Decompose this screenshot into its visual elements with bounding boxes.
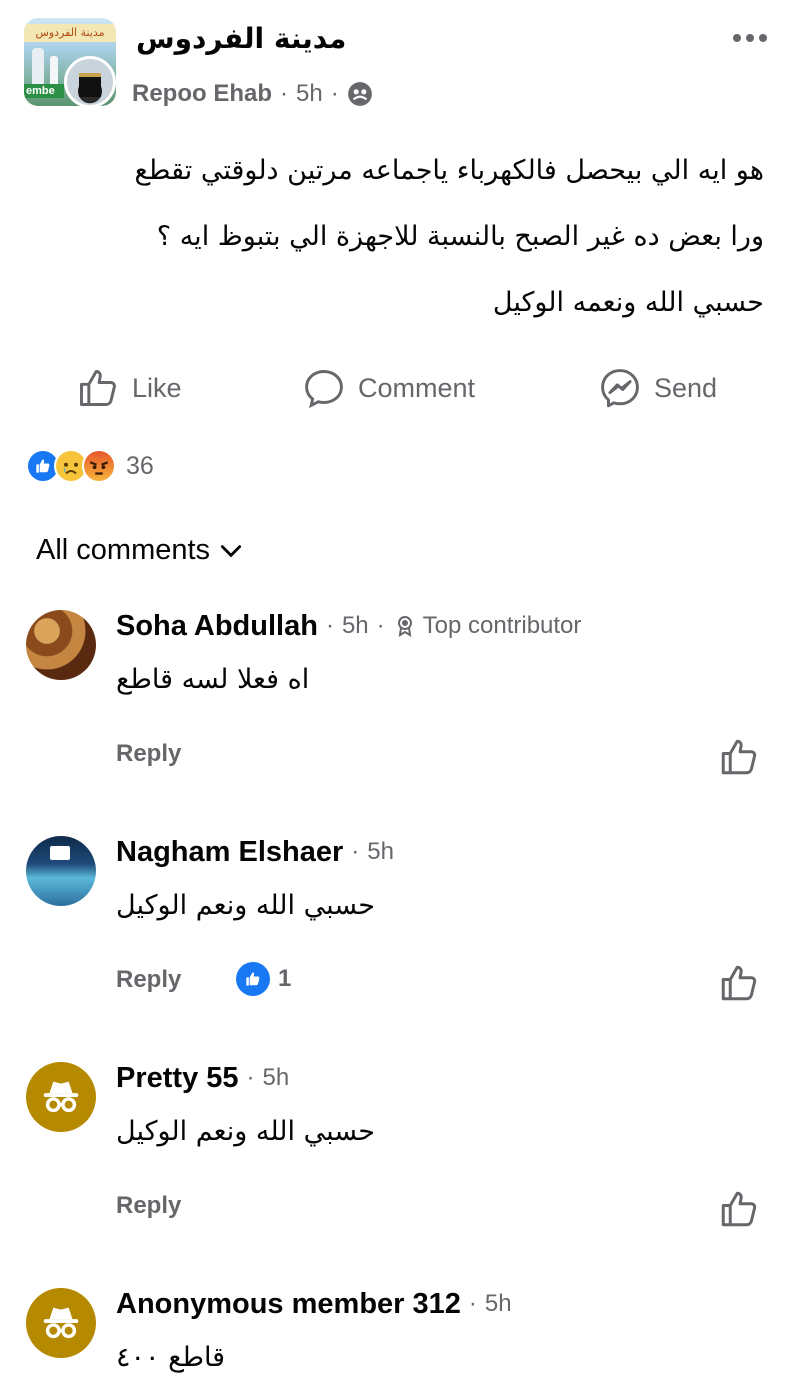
send-button[interactable]: Send xyxy=(598,358,717,418)
post-actions: Like Comment Send xyxy=(0,358,792,418)
comment-separator: · xyxy=(325,612,334,639)
group-members-icon[interactable] xyxy=(347,81,373,107)
send-label: Send xyxy=(654,372,718,403)
author-name[interactable]: Repoo Ehab xyxy=(132,80,272,108)
group-name[interactable]: مدينة الفردوس xyxy=(136,22,346,55)
comments-filter-dropdown[interactable]: All comments xyxy=(36,534,244,567)
like-label: Like xyxy=(132,372,182,403)
badge-icon xyxy=(397,616,412,637)
anonymous-avatar[interactable] xyxy=(26,1062,96,1132)
group-avatar-banner: مدينة الفردوس xyxy=(24,24,116,42)
more-dot xyxy=(746,34,754,42)
comment-header: Pretty 55 · 5h xyxy=(116,1058,289,1098)
commenter-name[interactable]: Soha Abdullah xyxy=(116,610,318,643)
post-body-line: هو ايه الي بيحصل فالكهرباء ياجماعه مرتين… xyxy=(134,155,764,186)
thumbs-up-icon xyxy=(80,370,116,406)
comment-separator: · xyxy=(246,1064,255,1091)
reply-button[interactable]: Reply xyxy=(116,740,181,768)
comment-like-count: 1 xyxy=(278,965,292,992)
meta-separator: · xyxy=(330,80,339,107)
more-dot xyxy=(733,34,741,42)
comment-time[interactable]: 5h xyxy=(342,612,369,640)
comment-time[interactable]: 5h xyxy=(485,1290,512,1318)
author-avatar[interactable] xyxy=(64,56,116,108)
comment-item: Soha Abdullah · 5h · Top contributor اه … xyxy=(0,606,792,832)
commenter-avatar[interactable] xyxy=(26,836,96,906)
comment-time[interactable]: 5h xyxy=(263,1064,290,1092)
comment-separator: · xyxy=(376,612,385,639)
commenter-avatar[interactable] xyxy=(26,610,96,680)
comment-item: Nagham Elshaer · 5h حسبي الله ونعم الوكي… xyxy=(0,832,792,1058)
comment-reaction-count[interactable]: 1 xyxy=(236,962,291,996)
comment-header: Soha Abdullah · 5h · Top contributor xyxy=(116,606,581,646)
comment-text: حسبي الله ونعم الوكيل xyxy=(116,890,375,921)
top-contributor-badge[interactable]: Top contributor xyxy=(393,612,582,640)
comment-text: قاطع ٤٠٠ xyxy=(116,1342,226,1373)
post-body-line: حسبي الله ونعمه الوكيل xyxy=(492,287,764,318)
comment-separator: · xyxy=(351,838,360,865)
kaaba-image xyxy=(79,73,101,97)
comment-time[interactable]: 5h xyxy=(367,838,394,866)
commenter-name[interactable]: Anonymous member 312 xyxy=(116,1288,461,1321)
comment-like-icon[interactable] xyxy=(718,736,760,778)
angry-face-icon xyxy=(89,461,109,475)
comment-item: Anonymous member 312 · 5h قاطع ٤٠٠ xyxy=(0,1284,792,1400)
thumbs-up-icon xyxy=(36,459,50,473)
post-body-line: ورا بعض ده غير الصبح بالنسبة للاجهزة الي… xyxy=(156,221,764,252)
group-avatar-text: embe xyxy=(24,84,64,98)
comment-item: Pretty 55 · 5h حسبي الله ونعم الوكيل Rep… xyxy=(0,1058,792,1284)
anonymous-avatar[interactable] xyxy=(26,1288,96,1358)
post-header: مدينة الفردوس embe مدينة الفردوس Repoo E… xyxy=(24,16,774,112)
like-reaction-icon xyxy=(236,962,270,996)
minaret-shape xyxy=(32,48,44,88)
reply-button[interactable]: Reply xyxy=(116,966,181,994)
reaction-count: 36 xyxy=(126,451,154,480)
comment-header: Anonymous member 312 · 5h xyxy=(116,1284,512,1324)
post-body: هو ايه الي بيحصل فالكهرباء ياجماعه مرتين… xyxy=(44,138,764,336)
thumbs-up-icon xyxy=(246,972,260,986)
commenter-name[interactable]: Pretty 55 xyxy=(116,1062,239,1095)
comment-like-icon[interactable] xyxy=(718,1188,760,1230)
commenter-name[interactable]: Nagham Elshaer xyxy=(116,836,343,869)
comment-like-icon[interactable] xyxy=(718,962,760,1004)
comment-button[interactable]: Comment xyxy=(302,358,475,418)
comment-bubble-icon xyxy=(305,370,343,409)
comment-text: اه فعلا لسه قاطع xyxy=(116,664,310,695)
comment-header: Nagham Elshaer · 5h xyxy=(116,832,394,872)
like-button[interactable]: Like xyxy=(76,358,182,418)
comments-filter-label: All comments xyxy=(36,534,211,566)
meta-separator: · xyxy=(280,80,289,107)
badge-label: Top contributor xyxy=(422,612,582,639)
incognito-icon xyxy=(43,1307,79,1339)
post-meta: Repoo Ehab · 5h · xyxy=(132,80,373,108)
chevron-down-icon xyxy=(220,544,242,557)
more-dot xyxy=(759,34,767,42)
post-time[interactable]: 5h xyxy=(296,80,323,108)
more-options-icon[interactable] xyxy=(726,22,774,54)
reply-button[interactable]: Reply xyxy=(116,1192,181,1220)
messenger-icon xyxy=(601,369,639,408)
incognito-icon xyxy=(43,1081,79,1113)
comment-text: حسبي الله ونعم الوكيل xyxy=(116,1116,375,1147)
reactions-summary[interactable]: 36 xyxy=(26,448,154,484)
comment-separator: · xyxy=(468,1290,477,1317)
angry-reaction-icon xyxy=(82,449,116,483)
comment-label: Comment xyxy=(358,372,476,403)
